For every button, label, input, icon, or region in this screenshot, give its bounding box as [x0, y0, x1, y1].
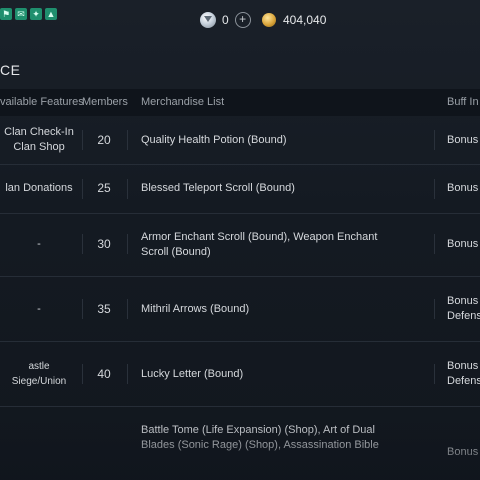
table-row: - 30 Armor Enchant Scroll (Bound), Weapo… [0, 213, 480, 277]
members-cell: 40 [97, 366, 111, 381]
clan-benefits-screen: ⚑ ✉ ✦ ▲ 0 + 404,040 CE vailable Features… [0, 0, 480, 480]
feature-cell: astle Siege/Union [0, 342, 78, 406]
column-divider [82, 179, 83, 199]
column-divider [434, 179, 435, 199]
buff-cell: Bonus [447, 164, 480, 213]
column-divider [127, 299, 128, 319]
buff-label: Bonus [447, 182, 479, 194]
header-available-features: vailable Features [0, 96, 84, 108]
feature-label: lan Donations [5, 182, 73, 194]
feature-label: Clan Shop [13, 141, 65, 153]
members-cell: 20 [97, 132, 111, 147]
merchandise-cell: Mithril Arrows (Bound) [141, 302, 250, 315]
gem-count: 0 [222, 13, 229, 27]
message-status-icon[interactable]: ✉ [15, 8, 27, 20]
table-row: - 35 Mithril Arrows (Bound) Bonus Defens [0, 277, 480, 342]
column-divider [82, 234, 83, 254]
merchandise-cell: Armor Enchant Scroll (Bound), Weapon Enc… [141, 230, 378, 258]
table-row: Clan Check-In Clan Shop 20 Quality Healt… [0, 116, 480, 165]
header-merchandise-list: Merchandise List [141, 96, 225, 108]
column-divider [127, 234, 128, 254]
clan-status-icon[interactable]: ⚑ [0, 8, 12, 20]
buff-cell: Bonus Defens [447, 342, 480, 406]
buff-label: Bonus [447, 238, 479, 250]
feature-label: astle Siege/Union [11, 361, 67, 387]
buff-label: Defens [447, 375, 480, 387]
gold-coin-icon [262, 13, 276, 27]
members-cell: 30 [97, 237, 111, 251]
feature-cell: - [0, 277, 78, 341]
table-row: lan Donations 25 Blessed Teleport Scroll… [0, 164, 480, 214]
members-cell [86, 407, 122, 480]
buff-label: Bonus [447, 295, 479, 307]
feature-cell: lan Donations [0, 164, 78, 213]
column-divider [127, 179, 128, 199]
add-gems-button[interactable]: + [234, 12, 251, 28]
members-cell: 25 [97, 181, 111, 195]
header-buff-info: Buff In [447, 96, 479, 108]
column-divider [82, 299, 83, 319]
feature-label: Clan Check-In [4, 126, 74, 138]
merchandise-cell: Lucky Letter (Bound) [141, 367, 244, 380]
boost-status-icon[interactable]: ▲ [45, 8, 57, 20]
column-divider [127, 130, 128, 150]
column-divider [127, 364, 128, 384]
column-divider [434, 130, 435, 150]
feature-label: - [37, 302, 41, 315]
feature-cell: Clan Check-In Clan Shop [0, 116, 78, 164]
feature-cell: - [0, 213, 78, 276]
merchandise-cell: Battle Tome (Life Expansion) (Shop), Art… [141, 424, 379, 451]
top-bar: ⚑ ✉ ✦ ▲ 0 + 404,040 [0, 0, 480, 40]
gold-count: 404,040 [283, 13, 327, 27]
buff-label: Bonus [447, 133, 479, 146]
gem-currency: 0 + [200, 10, 251, 30]
header-members: Members [82, 96, 128, 108]
buff-cell: Bonus Defens [447, 277, 480, 341]
feature-cell [0, 407, 78, 480]
column-divider [434, 364, 435, 384]
status-icons: ⚑ ✉ ✦ ▲ [0, 8, 57, 22]
event-status-icon[interactable]: ✦ [30, 8, 42, 20]
merchandise-cell: Blessed Teleport Scroll (Bound) [141, 182, 295, 194]
column-divider [434, 234, 435, 254]
buff-cell: Bonus [447, 445, 480, 459]
table-row: Battle Tome (Life Expansion) (Shop), Art… [0, 407, 480, 480]
column-divider [82, 364, 83, 384]
buff-label: Bonus [447, 360, 479, 372]
page-title: CE [0, 62, 21, 78]
buff-label: Defens [447, 310, 480, 322]
gold-currency: 404,040 [262, 10, 326, 30]
diamond-icon [200, 12, 216, 28]
column-divider [434, 299, 435, 319]
members-cell: 35 [97, 301, 111, 316]
table-header: vailable Features Members Merchandise Li… [0, 89, 480, 116]
feature-label: - [37, 238, 41, 250]
merchandise-cell: Quality Health Potion (Bound) [141, 133, 287, 146]
column-divider [82, 130, 83, 150]
table-row: astle Siege/Union 40 Lucky Letter (Bound… [0, 342, 480, 407]
buff-cell: Bonus [447, 116, 480, 164]
buff-label: Bonus [447, 446, 479, 458]
buff-cell: Bonus [447, 213, 480, 276]
